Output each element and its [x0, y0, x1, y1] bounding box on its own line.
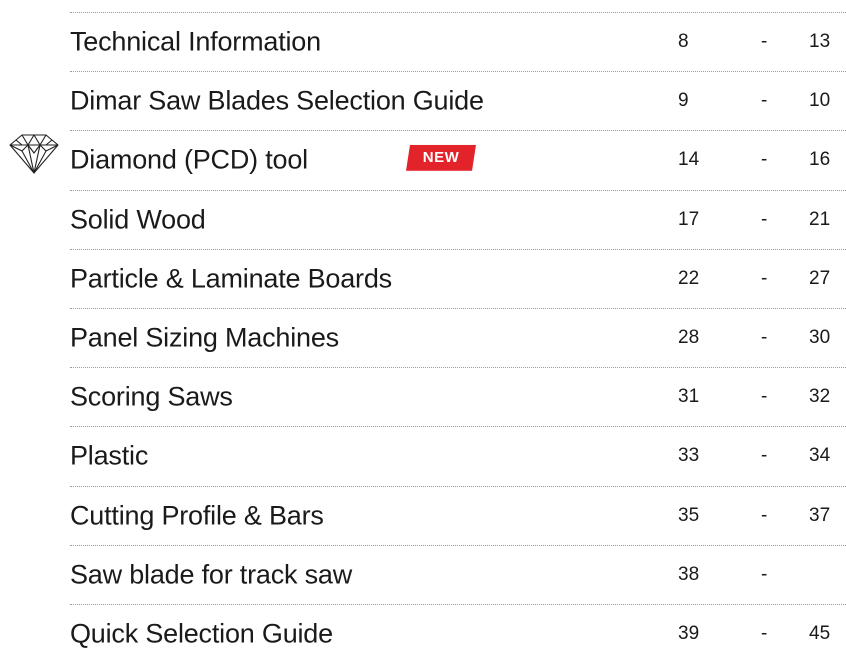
toc-title: Saw blade for track saw: [70, 559, 353, 590]
toc-row[interactable]: Technical Information 8 - 13: [70, 13, 846, 73]
new-badge: NEW: [406, 145, 476, 172]
toc-row[interactable]: Dimar Saw Blades Selection Guide 9 - 10: [70, 72, 846, 132]
page-end: 30: [809, 327, 831, 349]
toc-title: Solid Wood: [70, 204, 206, 235]
toc-title: Dimar Saw Blades Selection Guide: [70, 85, 484, 116]
page-dash: -: [761, 386, 768, 408]
table-of-contents: Technical Information 8 - 13 Dimar Saw B…: [70, 0, 846, 663]
toc-row[interactable]: Diamond (PCD) tool NEW 14 - 16: [70, 131, 846, 191]
toc-title: Panel Sizing Machines: [70, 322, 339, 353]
page-dash: -: [761, 445, 768, 467]
toc-row[interactable]: Plastic 33 - 34: [70, 427, 846, 487]
page-dash: -: [761, 208, 768, 230]
page-end: 10: [809, 90, 831, 112]
page-start: 39: [678, 622, 700, 644]
toc-row[interactable]: Cutting Profile & Bars 35 - 37: [70, 487, 846, 546]
toc-row[interactable]: Saw blade for track saw 38 -: [70, 546, 846, 605]
page-start: 22: [678, 267, 700, 289]
page-end: 21: [809, 208, 831, 230]
toc-row[interactable]: Solid Wood 17 - 21: [70, 191, 846, 250]
page-end: 45: [809, 622, 831, 644]
toc-title: Technical Information: [70, 26, 321, 57]
new-badge-label: NEW: [422, 149, 460, 167]
page-end: 34: [809, 445, 831, 467]
toc-title: Particle & Laminate Boards: [70, 263, 392, 294]
toc-title: Quick Selection Guide: [70, 618, 333, 649]
toc-title: Plastic: [70, 440, 149, 471]
page-start: 9: [678, 90, 689, 112]
toc-row[interactable]: Particle & Laminate Boards 22 - 27: [70, 250, 846, 309]
page-end: 13: [809, 31, 831, 53]
toc-title: Diamond (PCD) tool: [70, 144, 308, 175]
page-start: 35: [678, 504, 700, 526]
page-dash: -: [761, 327, 768, 349]
page-dash: -: [761, 31, 768, 53]
page-dash: -: [761, 90, 768, 112]
page-end: 37: [809, 504, 831, 526]
page-start: 31: [678, 386, 700, 408]
page-end: 16: [809, 149, 831, 171]
page-start: 33: [678, 445, 700, 467]
toc-title: Scoring Saws: [70, 381, 233, 412]
page-end: 27: [809, 267, 831, 289]
toc-row[interactable]: Scoring Saws 31 - 32: [70, 368, 846, 428]
page-start: 14: [678, 149, 700, 171]
page-start: 17: [678, 208, 700, 230]
page-end: 32: [809, 386, 831, 408]
page-dash: -: [761, 563, 768, 585]
toc-row[interactable]: Panel Sizing Machines 28 - 30: [70, 309, 846, 369]
page-dash: -: [761, 149, 768, 171]
page-dash: -: [761, 622, 768, 644]
page-dash: -: [761, 267, 768, 289]
page-start: 28: [678, 327, 700, 349]
toc-title: Cutting Profile & Bars: [70, 500, 324, 531]
page-start: 38: [678, 563, 700, 585]
page-start: 8: [678, 31, 689, 53]
diamond-icon: [4, 131, 64, 175]
toc-row[interactable]: Quick Selection Guide 39 - 45: [70, 605, 846, 663]
page-dash: -: [761, 504, 768, 526]
